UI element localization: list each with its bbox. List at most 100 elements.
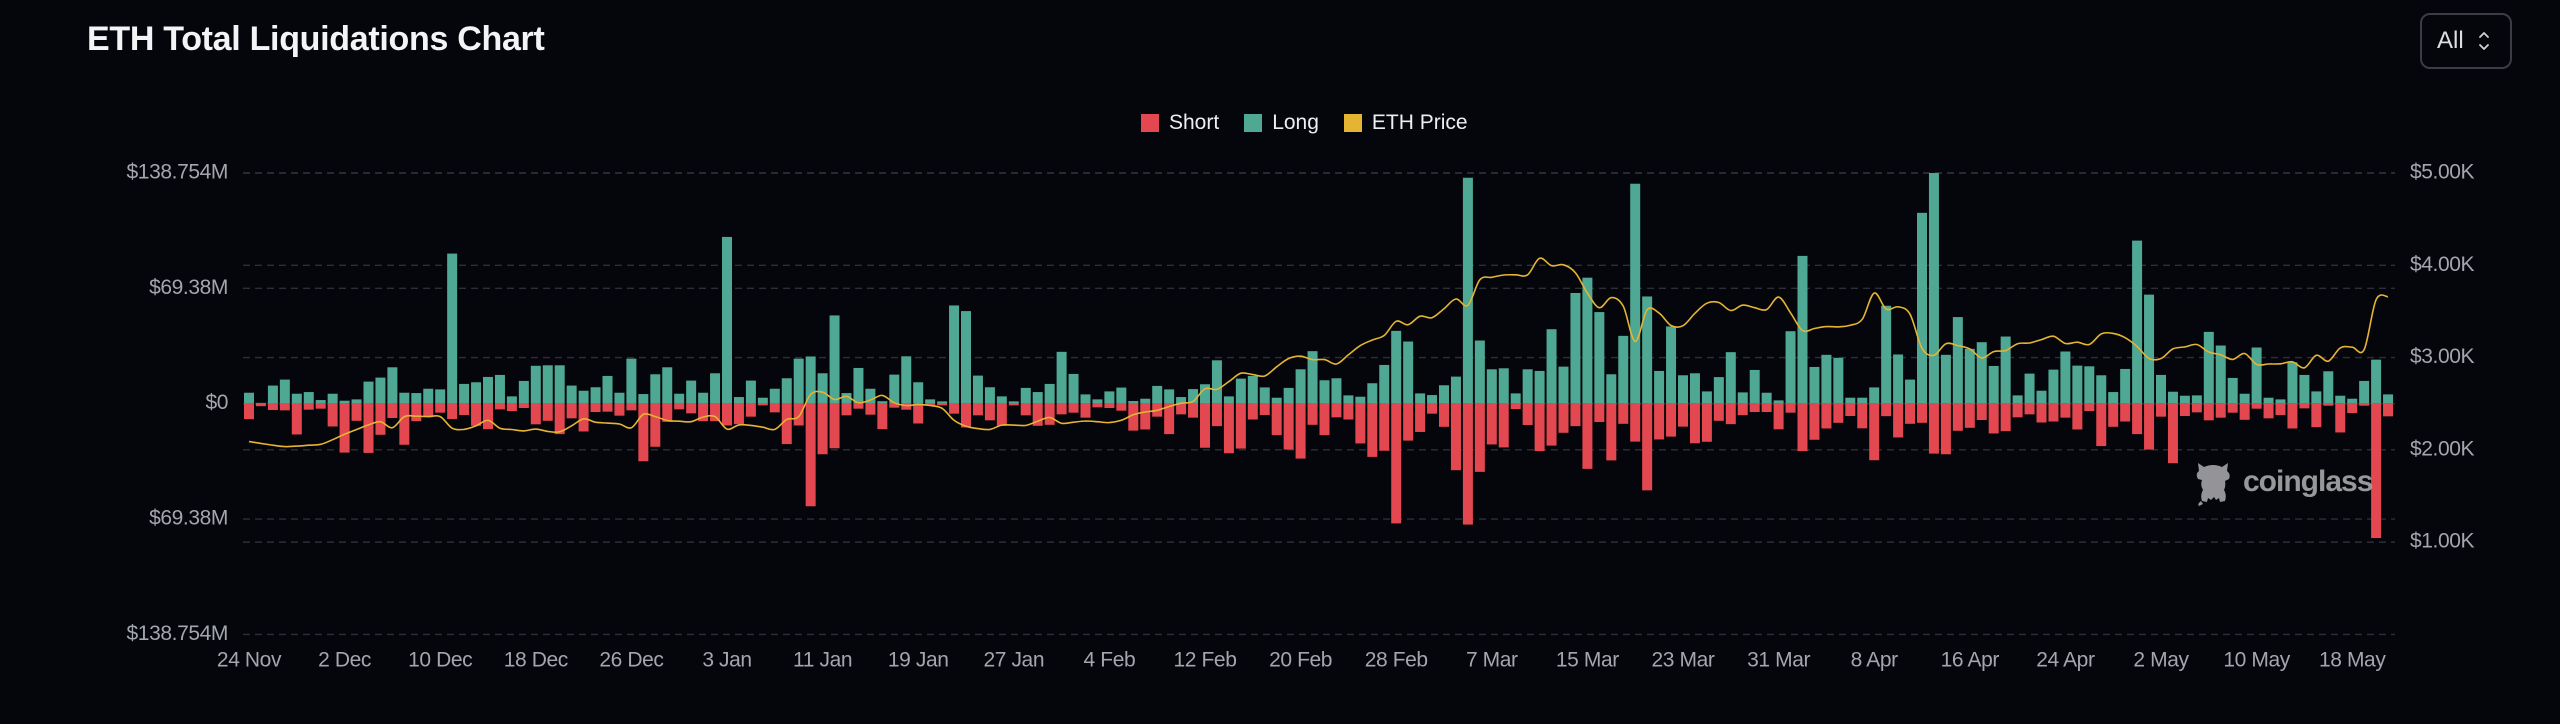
short-bar <box>2275 403 2286 416</box>
short-bar <box>1845 403 1856 417</box>
long-bar <box>363 381 374 404</box>
x-tick-label: 28 Feb <box>1365 649 1428 672</box>
short-bar <box>435 403 446 413</box>
long-bar <box>1116 387 1127 404</box>
long-bar <box>1032 392 1043 404</box>
short-bar <box>1510 403 1521 410</box>
y-right-tick-label: $4.00K <box>2410 253 2475 276</box>
long-bar <box>733 397 744 404</box>
short-bar <box>614 403 625 416</box>
long-bar <box>566 385 577 404</box>
short-bar <box>2167 403 2178 464</box>
short-bar <box>2347 403 2358 414</box>
short-bar <box>1869 403 1880 461</box>
short-bar <box>1678 403 1688 427</box>
long-bar <box>554 365 565 404</box>
short-bar <box>566 403 577 419</box>
long-bar <box>1534 370 1545 404</box>
short-bar <box>1104 403 1115 409</box>
x-tick-label: 20 Feb <box>1269 649 1332 672</box>
long-bar <box>1952 317 1963 404</box>
long-bar <box>2167 391 2178 404</box>
short-bar <box>1259 403 1270 416</box>
long-bar <box>1020 387 1031 404</box>
short-bar <box>315 403 326 409</box>
short-bar <box>2383 403 2394 417</box>
short-bar <box>1737 403 1748 416</box>
long-bar <box>2371 359 2382 404</box>
short-bar <box>279 403 290 411</box>
long-bar <box>2096 375 2107 404</box>
short-bar <box>865 403 876 415</box>
short-bar <box>1176 403 1187 415</box>
liquidations-chart: $138.754M $69.38M $0 $69.38M $138.754M $5.00K… <box>127 161 2475 672</box>
long-bar <box>972 375 983 404</box>
long-bar <box>650 374 661 404</box>
short-bar <box>411 403 422 422</box>
short-bar <box>1522 403 1533 425</box>
short-bar <box>1331 403 1342 418</box>
x-tick-label: 12 Feb <box>1174 649 1237 672</box>
short-bar <box>1988 403 1999 434</box>
long-bar <box>2359 380 2370 404</box>
long-bar <box>1367 383 1378 404</box>
grid-layer <box>243 172 2395 636</box>
short-bar <box>1952 403 1963 431</box>
long-bar <box>889 374 900 404</box>
short-bar <box>1319 403 1330 436</box>
short-bar <box>1689 403 1700 444</box>
short-bar <box>1618 403 1629 424</box>
short-bar <box>961 403 971 428</box>
long-bar <box>1654 370 1665 404</box>
y-left-tick-label: $138.754M <box>127 161 228 184</box>
short-bar <box>1008 403 1019 406</box>
short-bar <box>1474 403 1485 472</box>
short-bar <box>1020 403 1031 416</box>
long-bar <box>483 376 493 404</box>
long-bar <box>626 358 637 404</box>
long-bar <box>494 374 505 404</box>
long-bar <box>435 389 446 404</box>
short-bar <box>2132 403 2143 435</box>
long-bar <box>1044 383 1055 404</box>
long-bar <box>2108 392 2119 404</box>
short-bar <box>1654 403 1665 440</box>
short-bar <box>2251 403 2262 409</box>
x-tick-label: 4 Feb <box>1084 649 1136 672</box>
short-bar <box>1666 403 1677 437</box>
short-bar <box>1761 403 1772 413</box>
short-bar <box>2024 403 2035 415</box>
bar-layer <box>244 173 2394 539</box>
short-bar <box>710 403 721 422</box>
long-bar <box>1295 369 1306 404</box>
x-tick-label: 3 Jan <box>702 649 751 672</box>
long-bar <box>745 380 756 404</box>
long-bar <box>2144 294 2155 404</box>
long-bar <box>925 399 936 404</box>
long-bar <box>2156 374 2166 404</box>
short-bar <box>769 403 780 413</box>
short-bar <box>363 403 374 453</box>
short-bar <box>745 403 756 417</box>
long-bar <box>1606 374 1617 404</box>
long-bar <box>1415 393 1426 404</box>
short-bar <box>1498 403 1509 448</box>
long-bar <box>1558 366 1569 404</box>
coinglass-watermark-text: coinglass <box>2243 465 2373 498</box>
short-bar <box>1582 403 1593 469</box>
long-bar <box>1773 400 1784 404</box>
long-bar <box>2072 365 2083 404</box>
short-bar <box>483 403 493 430</box>
long-bar <box>1737 392 1748 404</box>
long-bar <box>590 387 601 404</box>
short-bar <box>1427 403 1438 414</box>
x-tick-label: 2 Dec <box>318 649 371 672</box>
y-left-tick-label: $0 <box>205 391 228 414</box>
short-bar <box>1295 403 1306 459</box>
long-bar <box>518 380 529 404</box>
short-bar <box>244 403 254 420</box>
short-bar <box>1200 403 1210 448</box>
y-right-tick-label: $2.00K <box>2410 437 2475 460</box>
long-bar <box>1594 312 1605 404</box>
short-bar <box>2120 403 2131 422</box>
